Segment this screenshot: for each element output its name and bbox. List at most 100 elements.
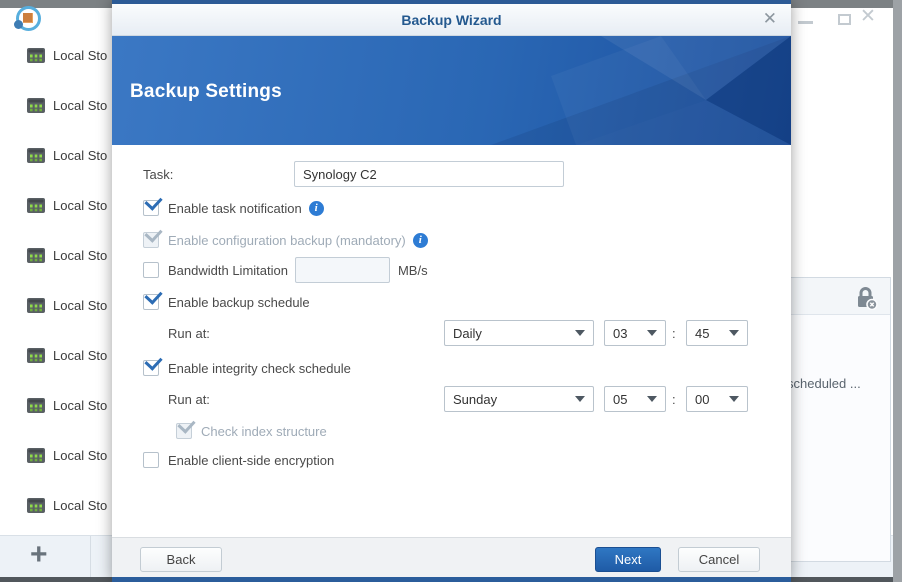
dialog-title: Backup Wizard <box>401 12 502 28</box>
backup-hour-select[interactable]: 03 <box>604 320 666 346</box>
time-colon: : <box>672 392 676 407</box>
local-storage-icon <box>27 147 45 163</box>
config-backup-checkbox <box>143 232 159 248</box>
list-item[interactable]: Local Sto <box>0 30 112 80</box>
hyper-backup-icon <box>14 6 41 31</box>
local-storage-icon <box>27 347 45 363</box>
integrity-minute-value: 00 <box>695 391 710 407</box>
local-storage-icon <box>27 197 45 213</box>
dialog-bottom-edge <box>112 577 791 582</box>
notification-checkbox[interactable] <box>143 200 159 216</box>
integrity-run-at-row: Run at: <box>168 386 210 412</box>
list-item-label: Local Sto <box>53 97 108 113</box>
config-backup-label: Enable configuration backup (mandatory) <box>168 232 406 248</box>
list-item[interactable]: Local Sto <box>0 430 112 480</box>
local-storage-icon <box>27 397 45 413</box>
chevron-down-icon <box>647 330 657 336</box>
remove-encryption-key-icon[interactable] <box>855 285 878 310</box>
list-item[interactable]: Local Sto <box>0 230 112 280</box>
local-storage-icon <box>27 247 45 263</box>
toolbar-divider <box>90 536 91 578</box>
banner-art <box>491 36 791 145</box>
list-item-label: Local Sto <box>53 47 108 63</box>
back-button[interactable]: Back <box>140 547 222 572</box>
list-item-label: Local Sto <box>53 397 108 413</box>
backup-frequency-select[interactable]: Daily <box>444 320 594 346</box>
integrity-hour-select[interactable]: 05 <box>604 386 666 412</box>
task-row: Task: <box>143 161 173 187</box>
integrity-schedule-row: Enable integrity check schedule <box>143 360 351 376</box>
check-index-row: Check index structure <box>176 423 327 439</box>
panel-status-text: scheduled ... <box>787 376 861 391</box>
bandwidth-label: Bandwidth Limitation <box>168 262 288 278</box>
backup-minute-value: 45 <box>695 325 710 341</box>
backup-schedule-checkbox[interactable] <box>143 294 159 310</box>
backup-hour-value: 03 <box>613 325 628 341</box>
bandwidth-checkbox[interactable] <box>143 262 159 278</box>
integrity-hour-value: 05 <box>613 391 628 407</box>
maximize-icon[interactable] <box>838 14 851 25</box>
bandwidth-unit: MB/s <box>397 262 428 278</box>
list-item-label: Local Sto <box>53 247 108 263</box>
next-button[interactable]: Next <box>595 547 661 572</box>
time-colon: : <box>672 326 676 341</box>
local-storage-icon <box>27 497 45 513</box>
encryption-label: Enable client-side encryption <box>168 452 335 468</box>
screen: Local Sto Local Sto Local Sto Local Sto … <box>0 0 902 582</box>
list-item-label: Local Sto <box>53 347 108 363</box>
chevron-down-icon <box>647 396 657 402</box>
chevron-down-icon <box>729 396 739 402</box>
integrity-day-value: Sunday <box>453 391 498 407</box>
destination-list: Local Sto Local Sto Local Sto Local Sto … <box>0 30 112 535</box>
info-icon[interactable]: i <box>308 200 324 216</box>
config-backup-row: Enable configuration backup (mandatory) … <box>143 232 428 248</box>
backup-schedule-label: Enable backup schedule <box>168 294 310 310</box>
backup-run-at-row: Run at: <box>168 320 210 346</box>
encryption-checkbox[interactable] <box>143 452 159 468</box>
bandwidth-row: Bandwidth Limitation MB/s <box>143 257 428 283</box>
list-item-label: Local Sto <box>53 297 108 313</box>
notification-row: Enable task notification i <box>143 200 324 216</box>
desktop-edge <box>893 0 902 582</box>
info-icon[interactable]: i <box>412 232 428 248</box>
local-storage-icon <box>27 297 45 313</box>
list-item[interactable]: Local Sto <box>0 80 112 130</box>
integrity-run-at-label: Run at: <box>168 391 210 407</box>
dialog-body: Task: Enable task notification i Enable … <box>112 145 791 537</box>
task-name-input[interactable] <box>294 161 564 187</box>
local-storage-icon <box>27 47 45 63</box>
dialog-footer: Back Next Cancel <box>112 537 791 577</box>
list-item[interactable]: Local Sto <box>0 330 112 380</box>
window-close-icon[interactable]: ✕ <box>860 6 876 28</box>
integrity-schedule-checkbox[interactable] <box>143 360 159 376</box>
step-banner: Backup Settings <box>112 36 791 145</box>
integrity-schedule-label: Enable integrity check schedule <box>168 360 351 376</box>
local-storage-icon <box>27 447 45 463</box>
dialog-titlebar[interactable]: Backup Wizard ✕ <box>112 4 791 36</box>
local-storage-icon <box>27 97 45 113</box>
task-label: Task: <box>143 166 174 182</box>
list-item[interactable]: Local Sto <box>0 280 112 330</box>
chevron-down-icon <box>575 396 585 402</box>
list-item[interactable]: Local Sto <box>0 480 112 530</box>
dialog-close-icon[interactable]: ✕ <box>763 9 777 29</box>
backup-frequency-value: Daily <box>453 325 482 341</box>
list-item-label: Local Sto <box>53 147 108 163</box>
list-item[interactable]: Local Sto <box>0 380 112 430</box>
chevron-down-icon <box>575 330 585 336</box>
list-item-label: Local Sto <box>53 497 108 513</box>
add-task-button[interactable]: + <box>30 538 48 572</box>
minimize-icon[interactable] <box>798 21 813 24</box>
list-item-label: Local Sto <box>53 197 108 213</box>
integrity-minute-select[interactable]: 00 <box>686 386 748 412</box>
backup-schedule-row: Enable backup schedule <box>143 294 310 310</box>
integrity-day-select[interactable]: Sunday <box>444 386 594 412</box>
list-item[interactable]: Local Sto <box>0 130 112 180</box>
list-item[interactable]: Local Sto <box>0 180 112 230</box>
cancel-button[interactable]: Cancel <box>678 547 760 572</box>
list-item-label: Local Sto <box>53 447 108 463</box>
check-index-checkbox <box>176 423 192 439</box>
backup-minute-select[interactable]: 45 <box>686 320 748 346</box>
bandwidth-input[interactable] <box>294 257 390 283</box>
backup-wizard-dialog: Backup Wizard ✕ Backup Settings Task: En… <box>112 0 791 582</box>
